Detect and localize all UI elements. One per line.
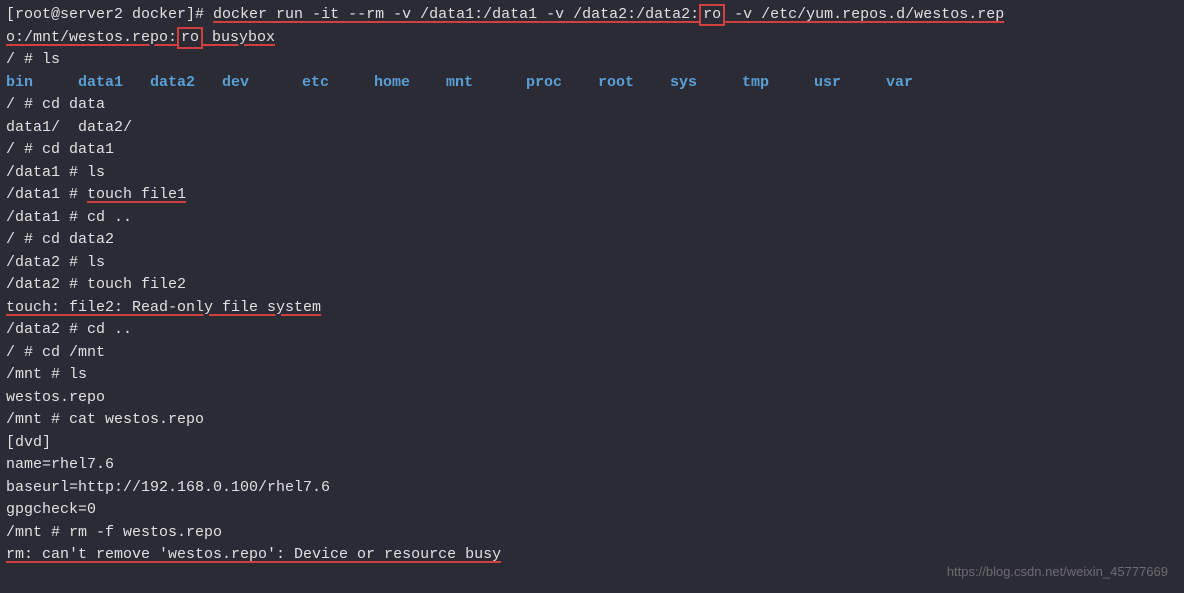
terminal-line-data2-touch: /data2 # touch file2 — [6, 274, 1178, 297]
terminal-line-mnt-ls: /mnt # ls — [6, 364, 1178, 387]
terminal-line-data1-cdup: /data1 # cd .. — [6, 207, 1178, 230]
dir-etc: etc — [302, 72, 374, 95]
dir-mnt: mnt — [446, 72, 526, 95]
cmd-part2: -v /etc/yum.repos.d/westos.rep — [725, 6, 1004, 23]
terminal-line-touch-file1: /data1 # touch file1 — [6, 184, 1178, 207]
dir-listing: bindata1data2devetchomemntprocrootsystmp… — [6, 72, 1178, 95]
dir-sys: sys — [670, 72, 742, 95]
ro-box-1: ro — [699, 4, 725, 26]
terminal-line-dvd: [dvd] — [6, 432, 1178, 455]
dir-usr: usr — [814, 72, 886, 95]
terminal-line-cd-data: / # cd data — [6, 94, 1178, 117]
terminal-line-cd-mnt: / # cd /mnt — [6, 342, 1178, 365]
readonly-error: touch: file2: Read-only file system — [6, 299, 321, 316]
terminal-line-westos-repo: westos.repo — [6, 387, 1178, 410]
prompt: [root@server2 docker]# — [6, 6, 213, 23]
terminal-line-ls: / # ls — [6, 49, 1178, 72]
terminal-line-readonly-err: touch: file2: Read-only file system — [6, 297, 1178, 320]
terminal-line-cd-data2: / # cd data2 — [6, 229, 1178, 252]
dir-bin: bin — [6, 72, 78, 95]
terminal-line-name: name=rhel7.6 — [6, 454, 1178, 477]
terminal-line-cd-data1: / # cd data1 — [6, 139, 1178, 162]
terminal-line-data1-ls: /data1 # ls — [6, 162, 1178, 185]
terminal-line-rm-cmd: /mnt # rm -f westos.repo — [6, 522, 1178, 545]
terminal-line-1: [root@server2 docker]# docker run -it --… — [6, 4, 1178, 27]
touch-file1: touch file1 — [87, 186, 186, 203]
dir-dev: dev — [222, 72, 302, 95]
terminal-line-data2-cdup: /data2 # cd .. — [6, 319, 1178, 342]
cmd-line2-part1: o:/mnt/westos.repo: — [6, 29, 177, 46]
cmd-line2-part2: busybox — [203, 29, 275, 46]
rm-error: rm: can't remove 'westos.repo': Device o… — [6, 546, 501, 563]
dir-tmp: tmp — [742, 72, 814, 95]
terminal-line-2: o:/mnt/westos.repo:ro busybox — [6, 27, 1178, 50]
ro-box-2: ro — [177, 27, 203, 49]
dir-root: root — [598, 72, 670, 95]
terminal-line-cat-westos: /mnt # cat westos.repo — [6, 409, 1178, 432]
terminal-line-baseurl: baseurl=http://192.168.0.100/rhel7.6 — [6, 477, 1178, 500]
cmd-part1: docker run -it --rm -v /data1:/data1 -v … — [213, 6, 699, 23]
dir-data2: data2 — [150, 72, 222, 95]
dir-proc: proc — [526, 72, 598, 95]
dir-var: var — [886, 72, 926, 95]
dir-data1: data1 — [78, 72, 150, 95]
terminal-line-data-dirs: data1/ data2/ — [6, 117, 1178, 140]
watermark: https://blog.csdn.net/weixin_45777669 — [947, 562, 1168, 582]
dir-home: home — [374, 72, 446, 95]
terminal-line-gpgcheck: gpgcheck=0 — [6, 499, 1178, 522]
data1-prompt: /data1 # — [6, 186, 87, 203]
terminal-line-data2-ls: /data2 # ls — [6, 252, 1178, 275]
